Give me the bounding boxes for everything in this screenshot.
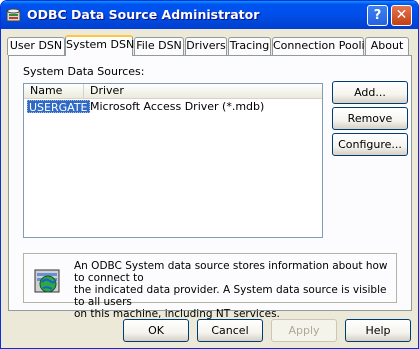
tab-file-dsn[interactable]: File DSN — [134, 37, 184, 55]
info-box: An ODBC System data source stores inform… — [23, 253, 397, 320]
tab-strip: User DSN System DSN File DSN Drivers Tra… — [7, 35, 413, 57]
dsn-driver-cell[interactable]: Microsoft Access Driver (*.mdb) — [90, 99, 264, 114]
tab-about[interactable]: About — [365, 37, 409, 55]
configure-button[interactable]: Configure... — [332, 133, 408, 156]
close-button[interactable]: ✕ — [391, 5, 412, 26]
help-button[interactable]: Help — [345, 319, 411, 342]
help-title-button[interactable]: ? — [367, 5, 388, 26]
remove-button[interactable]: Remove — [332, 107, 408, 130]
ok-button[interactable]: OK — [123, 319, 189, 342]
tab-user-dsn[interactable]: User DSN — [7, 37, 65, 55]
dsn-name-cell[interactable]: USERGATE — [27, 100, 90, 114]
info-text: An ODBC System data source stores inform… — [74, 260, 388, 320]
list-item[interactable]: USERGATE Microsoft Access Driver (*.mdb) — [24, 99, 322, 114]
odbc-dialog-window: ODBC Data Source Administrator ? ✕ User … — [0, 0, 419, 349]
add-button[interactable]: Add... — [332, 81, 408, 104]
window-title: ODBC Data Source Administrator — [27, 7, 260, 22]
apply-button[interactable]: Apply — [271, 319, 337, 342]
tab-connection-pooling[interactable]: Connection Pooling — [272, 37, 379, 55]
tab-system-dsn[interactable]: System DSN — [65, 35, 134, 56]
tab-tracing[interactable]: Tracing — [228, 37, 271, 55]
globe-database-icon — [34, 269, 60, 293]
cancel-button[interactable]: Cancel — [197, 319, 263, 342]
list-caption: System Data Sources: — [23, 65, 145, 78]
list-header: Name Driver — [24, 84, 322, 99]
title-bar[interactable]: ODBC Data Source Administrator ? ✕ — [1, 1, 418, 29]
column-header-name[interactable]: Name — [24, 84, 84, 99]
tab-drivers[interactable]: Drivers — [185, 37, 227, 55]
column-header-driver[interactable]: Driver — [84, 84, 322, 99]
system-dsn-list[interactable]: Name Driver USERGATE Microsoft Access Dr… — [23, 83, 323, 238]
odbc-database-icon — [6, 8, 21, 22]
